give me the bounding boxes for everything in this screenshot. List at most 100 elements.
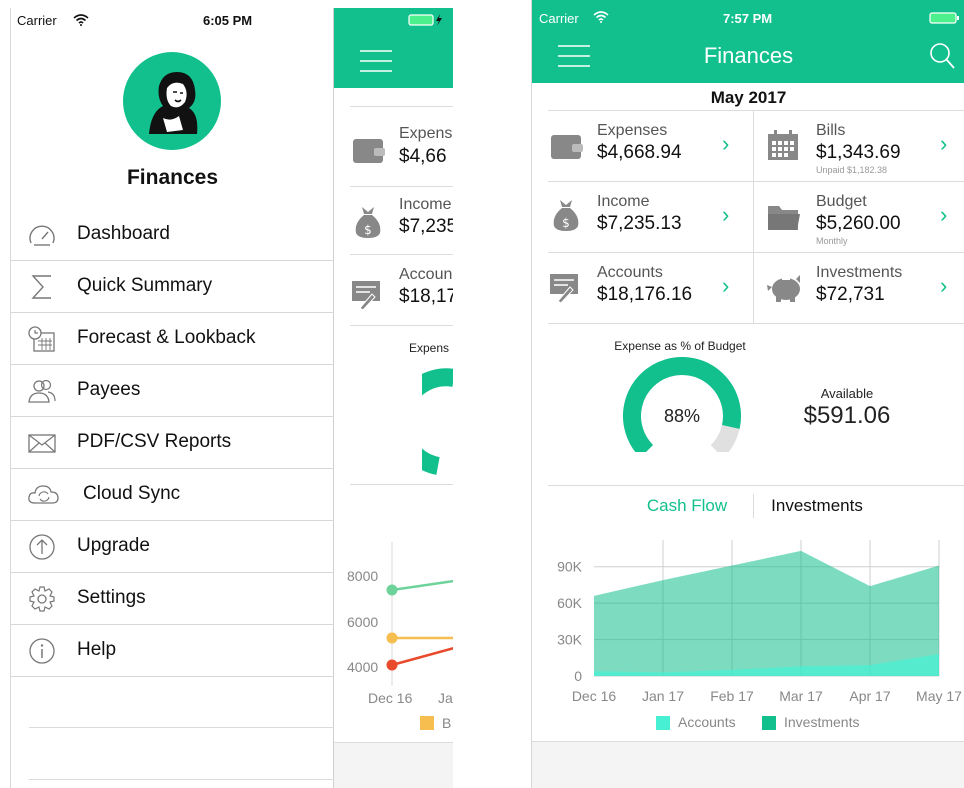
menu-item-help[interactable]: Help [11,625,334,677]
search-icon[interactable] [928,42,956,70]
status-time: 6:05 PM [203,13,253,28]
menu-label: Cloud Sync [83,483,181,504]
carrier-label: Carrier [539,11,579,26]
menu-label: Payees [77,379,141,400]
tile-label: Investments [816,264,903,281]
x-tick: Ja [438,690,453,706]
battery-icon [408,14,442,26]
menu-label: PDF/CSV Reports [77,431,232,452]
tile-budget[interactable]: Budget $5,260.00 Monthly › [754,182,964,252]
y-tick: 8000 [347,568,379,584]
x-tick-label: Dec 16 [572,688,617,704]
screenshot-stage: Carrier 6:05 PM Finances Dashboard Quick… [0,0,964,788]
menu-item-settings[interactable]: Settings [11,573,334,625]
tile-label: Expens [399,125,453,142]
menu-item-upgrade[interactable]: Upgrade [11,521,334,573]
calendar-icon [768,130,798,160]
menu-item-forecast[interactable]: Forecast & Lookback [11,313,334,365]
tab-investments[interactable]: Investments [757,496,877,516]
tile-label: Expenses [597,122,668,139]
right-phone-screen: Carrier 7:57 PM Finances May 2017 Expens… [531,0,964,788]
piggy-bank-icon [767,275,800,302]
chevron-right-icon: › [940,131,948,156]
menu-item-dashboard[interactable]: Dashboard [11,209,334,261]
tile-investments[interactable]: Investments $72,731 › [754,253,964,323]
y-tick-label: 90K [557,559,583,575]
menu-item-quick-summary[interactable]: Quick Summary [11,261,334,313]
legend-label-investments: Investments [784,714,860,730]
tile-income[interactable]: $ Income $7,235.13 › [548,182,753,252]
x-tick-label: Apr 17 [849,688,890,704]
tile-expenses[interactable]: Expenses $4,668.94 › [548,111,753,181]
app-header: Carrier 7:57 PM Finances [532,0,964,83]
chevron-right-icon: › [940,202,948,227]
speedometer-icon [29,225,55,246]
info-icon [29,638,55,664]
behind-header [334,8,453,88]
tile-label: Income [597,193,650,210]
menu-label: Dashboard [77,223,170,244]
x-tick-label: Feb 17 [710,688,754,704]
gauge-title: Expense as % of Budget [614,339,746,353]
svg-text:$: $ [364,223,372,237]
x-tick: Dec 16 [368,690,413,706]
tile-value: $5,260.00 [816,213,901,234]
legend-swatch-investments [762,716,776,730]
tile-value: $72,731 [816,284,885,305]
divider [350,484,453,485]
app-avatar [123,52,221,150]
menu-label: Upgrade [77,535,150,556]
left-phone-screen: Carrier 6:05 PM Finances Dashboard Quick… [10,8,453,788]
chevron-right-icon: › [722,131,730,156]
svg-text:$: $ [562,216,570,230]
gear-icon [29,586,55,612]
calendar-clock-icon [28,326,55,352]
menu-label: Forecast & Lookback [77,327,256,348]
legend-swatch [420,716,434,730]
tile-subtext: Monthly [816,236,848,246]
tile-label: Bills [816,122,846,139]
tile-label: Income [399,196,452,213]
tile-value: $4,66 [399,146,447,167]
tile-value: $7,235 [399,216,453,237]
header-title: Finances [703,43,794,68]
tile-value: $7,235.13 [597,213,682,234]
tile-bills[interactable]: Bills $1,343.69 Unpaid $1,182.38 › [754,111,964,181]
cloud-sync-icon [28,485,59,504]
menu-item-cloud-sync[interactable]: Cloud Sync [11,469,334,521]
dashboard-behind-drawer: Expens $4,66 $ Income $7,235 Accoun $18,… [334,8,453,788]
available-value: $591.06 [803,402,891,429]
tile-accounts[interactable]: Accounts $18,176.16 › [548,253,753,323]
legend-label: B [442,715,452,731]
tile-label: Budget [816,193,867,210]
divider [350,325,453,326]
hamburger-menu-icon[interactable] [360,50,392,72]
y-tick-label: 0 [574,668,582,684]
divider [548,323,964,324]
x-tick-label: Jan 17 [642,688,684,704]
wallet-icon [353,139,385,163]
drawer-divider [29,779,334,780]
battery-icon [929,12,959,24]
menu-item-reports[interactable]: PDF/CSV Reports [11,417,334,469]
drawer-title: Finances [126,166,219,189]
wifi-icon [73,14,89,26]
money-bag-icon: $ [553,200,579,231]
upgrade-arrow-icon [29,534,55,560]
tile-label: Accoun [399,266,453,283]
legend-swatch-accounts [656,716,670,730]
y-tick: 6000 [347,614,379,630]
tab-cash-flow[interactable]: Cash Flow [622,496,752,516]
cash-flow-area-chart: 0 30K 60K 90K Dec 16 Jan 17 Feb 17 Mar 17 Apr 17… [557,540,962,704]
carrier-label: Carrier [17,13,57,28]
tile-label: Accounts [597,264,663,281]
divider [350,254,453,255]
washington-portrait-icon [149,72,198,134]
available-label: Available [820,386,874,401]
divider [350,186,453,187]
y-tick: 4000 [347,659,379,675]
tile-value: $1,343.69 [816,142,901,163]
menu-item-payees[interactable]: Payees [11,365,334,417]
month-label: May 2017 [710,88,787,107]
tile-value: $18,17 [399,286,453,307]
